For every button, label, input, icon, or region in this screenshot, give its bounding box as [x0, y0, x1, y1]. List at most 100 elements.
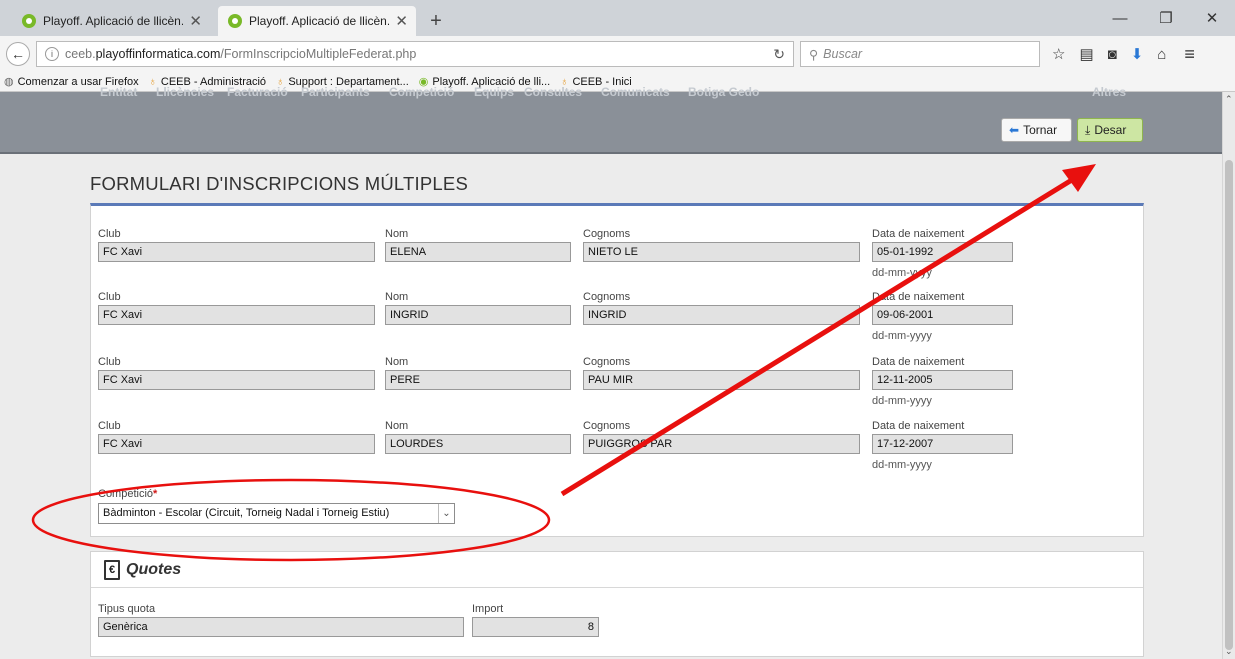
competicio-label-text: Competició: [98, 488, 154, 500]
club-field[interactable]: FC Xavi: [98, 242, 375, 262]
scroll-up-icon[interactable]: ⌃: [1225, 94, 1233, 105]
competicio-select[interactable]: Bàdminton - Escolar (Circuit, Torneig Na…: [98, 503, 455, 524]
date-format-hint: dd-mm-yyyy: [872, 459, 932, 471]
back-arrow-icon: ←: [11, 46, 25, 62]
search-placeholder: Buscar: [823, 47, 863, 61]
download-icon[interactable]: ⬇: [1131, 45, 1144, 63]
url-bar[interactable]: i ceeb. playoffinformatica.com/FormInscri…: [36, 41, 794, 67]
annotation-arrow-head: [1062, 164, 1096, 192]
tornar-button[interactable]: ⬅ Tornar: [1001, 118, 1072, 142]
home-icon[interactable]: ⌂: [1157, 46, 1166, 63]
cognoms-field[interactable]: PAU MIR: [583, 370, 860, 390]
url-path: /FormInscripcioMultipleFederat.php: [220, 47, 417, 61]
inscriptions-panel: Club FC Xavi Nom ELENA Cognoms NIETO LE …: [90, 203, 1144, 537]
search-icon: ⚲: [809, 47, 819, 62]
menu-item-botiga[interactable]: Botiga Gedo: [688, 85, 759, 99]
browser-tab-1[interactable]: Playoff. Aplicació de llicèn... ✕: [12, 6, 210, 36]
menu-item-entitat[interactable]: Entitat: [100, 85, 137, 99]
birthdate-label: Data de naixement: [872, 228, 965, 240]
restore-icon[interactable]: ❐: [1143, 0, 1189, 36]
club-field[interactable]: FC Xavi: [98, 434, 375, 454]
cognoms-field[interactable]: NIETO LE: [583, 242, 860, 262]
birthdate-field[interactable]: 09-06-2001: [872, 305, 1013, 325]
close-icon[interactable]: ✕: [395, 14, 408, 29]
close-icon[interactable]: ✕: [189, 14, 202, 29]
back-button[interactable]: ←: [6, 42, 30, 66]
scroll-thumb[interactable]: [1225, 160, 1233, 650]
import-field[interactable]: 8: [472, 617, 599, 637]
nom-label: Nom: [385, 356, 409, 368]
birthdate-label: Data de naixement: [872, 356, 965, 368]
menu-item-equips[interactable]: Equips: [474, 85, 514, 99]
main-menu: Entitat Llicències Facturació Participan…: [0, 85, 1222, 101]
club-label: Club: [98, 420, 121, 432]
nom-field[interactable]: LOURDES: [385, 434, 571, 454]
nom-label: Nom: [385, 291, 409, 303]
close-window-icon[interactable]: ✕: [1189, 0, 1235, 36]
menu-item-llicencies[interactable]: Llicències: [156, 85, 214, 99]
browser-tab-bar: Playoff. Aplicació de llicèn... ✕ Playof…: [0, 0, 1235, 36]
arrow-left-icon: ⬅: [1009, 123, 1020, 137]
inscription-row: Club FC Xavi Nom ELENA Cognoms NIETO LE …: [91, 228, 1143, 288]
pocket-icon[interactable]: ◙: [1108, 46, 1117, 63]
cognoms-label: Cognoms: [583, 356, 631, 368]
club-label: Club: [98, 228, 121, 240]
import-label: Import: [472, 603, 504, 615]
menu-item-participants[interactable]: Participants: [301, 85, 370, 99]
browser-tab-2[interactable]: Playoff. Aplicació de llicèn... ✕: [218, 6, 416, 36]
tipus-quota-field[interactable]: Genèrica: [98, 617, 464, 637]
required-marker: *: [153, 488, 158, 500]
nom-field[interactable]: INGRID: [385, 305, 571, 325]
inscription-row: Club FC Xavi Nom LOURDES Cognoms PUIGGRO…: [91, 420, 1143, 480]
date-format-hint: dd-mm-yyyy: [872, 267, 932, 279]
reload-icon[interactable]: ↻: [773, 46, 785, 63]
hamburger-menu-icon[interactable]: ≡: [1184, 44, 1195, 65]
cognoms-label: Cognoms: [583, 228, 631, 240]
chevron-down-icon[interactable]: ⌄: [438, 504, 454, 523]
info-icon[interactable]: i: [45, 47, 59, 61]
cognoms-label: Cognoms: [583, 420, 631, 432]
cognoms-label: Cognoms: [583, 291, 631, 303]
club-field[interactable]: FC Xavi: [98, 305, 375, 325]
bookmark-star-icon[interactable]: ☆: [1052, 45, 1065, 63]
page-scrollbar[interactable]: ⌃ ⌄: [1222, 92, 1235, 659]
bookmarks-list-icon[interactable]: ▤: [1079, 45, 1093, 63]
menu-item-consultes[interactable]: Consultes: [524, 85, 582, 99]
desar-button[interactable]: ⤓ Desar: [1077, 118, 1143, 142]
browser-nav-bar: ← i ceeb. playoffinformatica.com/FormInsc…: [0, 36, 1235, 72]
birthdate-field[interactable]: 05-01-1992: [872, 242, 1013, 262]
tornar-label: Tornar: [1023, 123, 1058, 137]
tipus-quota-label: Tipus quota: [98, 603, 156, 615]
date-format-hint: dd-mm-yyyy: [872, 395, 932, 407]
date-format-hint: dd-mm-yyyy: [872, 330, 932, 342]
tab-title: Playoff. Aplicació de llicèn...: [43, 14, 184, 28]
menu-item-altres[interactable]: Altres: [1092, 85, 1126, 99]
cognoms-field[interactable]: PUIGGROS PAR: [583, 434, 860, 454]
search-input[interactable]: ⚲ Buscar: [800, 41, 1040, 67]
url-prefix: ceeb.: [65, 47, 96, 61]
inscription-row: Club FC Xavi Nom PERE Cognoms PAU MIR Da…: [91, 356, 1143, 416]
playoff-favicon: [22, 14, 36, 28]
nom-field[interactable]: PERE: [385, 370, 571, 390]
inscription-row: Club FC Xavi Nom INGRID Cognoms INGRID D…: [91, 291, 1143, 351]
page-title: FORMULARI D'INSCRIPCIONS MÚLTIPLES: [90, 173, 468, 194]
scroll-down-icon[interactable]: ⌄: [1225, 646, 1233, 657]
tab-title: Playoff. Aplicació de llicèn...: [249, 14, 390, 28]
minimize-icon[interactable]: —: [1097, 0, 1143, 36]
playoff-favicon: [228, 14, 242, 28]
cognoms-field[interactable]: INGRID: [583, 305, 860, 325]
new-tab-button[interactable]: +: [420, 6, 452, 36]
nom-field[interactable]: ELENA: [385, 242, 571, 262]
save-download-icon: ⤓: [1085, 122, 1091, 137]
menu-item-comunicats[interactable]: Comunicats: [601, 85, 670, 99]
birthdate-label: Data de naixement: [872, 291, 965, 303]
club-field[interactable]: FC Xavi: [98, 370, 375, 390]
euro-document-icon: €: [104, 559, 120, 580]
birthdate-field[interactable]: 12-11-2005: [872, 370, 1013, 390]
birthdate-field[interactable]: 17-12-2007: [872, 434, 1013, 454]
quotes-panel: € Quotes Tipus quota Genèrica Import 8: [90, 551, 1144, 657]
menu-item-competicio[interactable]: Competició: [389, 85, 454, 99]
quotes-title: Quotes: [126, 560, 182, 578]
menu-item-facturacio[interactable]: Facturació: [227, 85, 288, 99]
nom-label: Nom: [385, 228, 409, 240]
